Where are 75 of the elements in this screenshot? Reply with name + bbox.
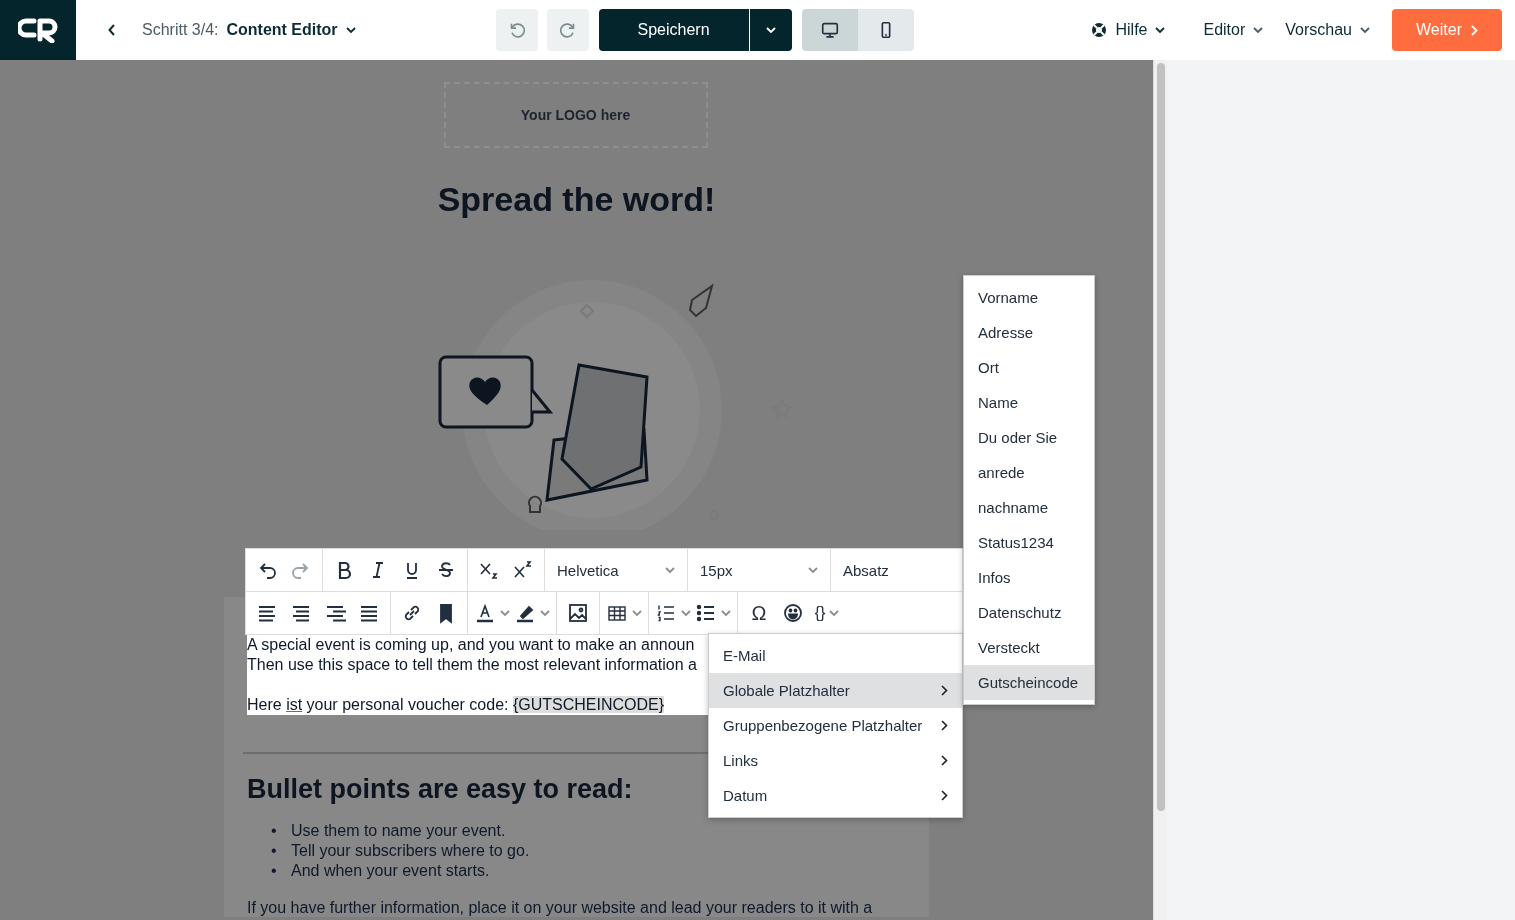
scrollbar[interactable] [1153,60,1167,920]
chevron-down-icon [765,26,776,34]
nav-menu[interactable]: Editor [1197,20,1270,40]
image-icon [567,602,589,624]
menu-item[interactable]: Du oder Sie [964,420,1094,455]
chevron-left-icon [108,24,116,36]
logo-placeholder-text: Your LOGO here [520,107,631,123]
menu-item[interactable]: Gruppenbezogene Platzhalter [709,708,962,743]
chevron-down-icon [1253,26,1264,34]
menu-item[interactable]: Datum [709,778,962,813]
chevron-down-icon [721,609,731,617]
smiley-icon [782,602,804,624]
bullet-item: Tell your subscribers where to go. [291,841,530,861]
text-editor-area[interactable]: A special event is coming up, and you want to make an announ Then use this space to tell them the most relevant information a Here ist your personal voucher code: {GUTSCHEINCODE} [247,635,710,715]
redo-button[interactable] [546,9,589,51]
menu-item[interactable]: E-Mail [709,638,962,673]
font-size-select[interactable]: 15px [688,549,831,591]
bullet-list-icon [695,602,717,624]
special-character-button[interactable]: Ω [742,596,776,630]
chevron-down-icon [540,609,550,617]
body-text-line: Then use this space to tell them the most relevant information a [247,655,698,675]
bullet-marker: • [271,841,278,861]
chevron-right-icon [941,790,948,801]
text-color-icon [474,602,496,624]
step-dropdown[interactable]: Schritt 3/4: Content Editor [142,21,356,39]
save-button[interactable]: Speichern [598,9,749,51]
menu-item[interactable]: Adresse [964,315,1094,350]
chevron-down-icon [829,609,840,617]
save-options-button[interactable] [749,9,792,51]
font-family-select[interactable]: Helvetica [545,549,688,591]
chevron-right-icon [941,720,948,731]
bullet-item: And when your event starts. [291,861,490,881]
lifebuoy-icon [1091,22,1108,38]
menu-item[interactable]: nachname [964,490,1094,525]
bullet-marker: • [271,861,278,881]
nav-menu[interactable]: Vorschau [1279,20,1376,40]
menu-item[interactable]: Links [709,743,962,778]
email-headline: Spread the word! [437,182,716,216]
menu-item[interactable]: Infos [964,560,1094,595]
block-format-select[interactable]: Absatz [831,549,962,591]
menu-item[interactable]: Vorname [964,280,1094,315]
help-menu[interactable]: Hilfe [1085,20,1172,40]
chevron-down-icon [808,566,818,574]
body-text-line: A special event is coming up, and you want to make an announ [247,635,696,655]
menu-item[interactable]: Ort [964,350,1094,385]
chevron-down-icon [1360,26,1370,34]
monitor-icon [819,20,840,40]
menu-item[interactable]: Gutscheincode [964,665,1094,700]
menu-item[interactable]: Datenschutz [964,595,1094,630]
voucher-sentence: Here ist your personal voucher code: {GUTSCHEINCODE} [247,695,666,715]
menu-item[interactable]: anrede [964,455,1094,490]
step-title: Content Editor [226,21,338,39]
chevron-right-icon [941,755,948,766]
chevron-down-icon [500,609,510,617]
chevron-down-icon [632,609,642,617]
logo-drop-zone[interactable]: Your LOGO here [443,82,708,148]
menu-item[interactable]: Status1234 [964,525,1094,560]
menu-item[interactable]: Versteckt [964,630,1094,665]
device-toggle[interactable] [801,9,858,51]
placeholder-button[interactable]: {} [810,596,844,630]
device-toggle[interactable] [857,9,914,51]
section-heading: Bullet points are easy to read: [247,774,633,805]
bullet-marker: • [271,821,278,841]
chevron-right-icon [1470,24,1478,36]
step-label: Schritt 3/4: [142,21,219,39]
chevron-down-icon [665,566,675,574]
chevron-down-icon [345,26,356,34]
chevron-down-icon [681,609,691,617]
chevron-down-icon [1155,26,1166,34]
logo-icon [18,17,58,43]
menu-item[interactable]: Globale Platzhalter [709,673,962,708]
menu-item[interactable]: Name [964,385,1094,420]
closing-text: If you have further information, place it on your website and lead your readers to it with a [247,899,874,917]
chevron-right-icon [941,685,948,696]
bullet-item: Use them to name your event. [291,821,506,841]
